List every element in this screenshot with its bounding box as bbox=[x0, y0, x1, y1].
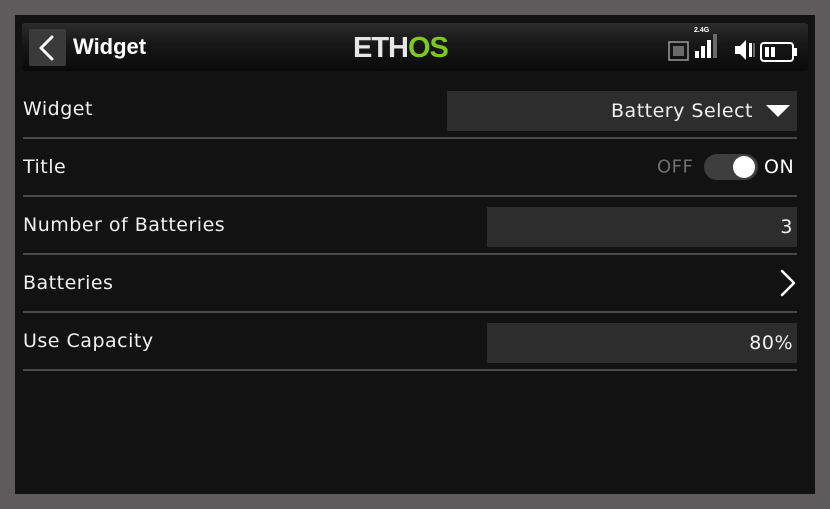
row-use-capacity: Use Capacity 80% bbox=[23, 313, 797, 371]
title-toggle[interactable] bbox=[704, 154, 758, 180]
toggle-knob bbox=[733, 156, 755, 178]
triangle-down-icon bbox=[766, 105, 790, 117]
logo-eth: ETH bbox=[353, 32, 409, 64]
row-batteries[interactable]: Batteries bbox=[23, 255, 797, 313]
number-of-batteries-value: 3 bbox=[780, 216, 793, 238]
chevron-right-icon[interactable] bbox=[779, 269, 797, 297]
battery-icon bbox=[760, 42, 797, 62]
use-capacity-value: 80% bbox=[749, 332, 793, 354]
toggle-on-label: ON bbox=[764, 156, 795, 178]
row-title: Title OFF ON bbox=[23, 139, 797, 197]
back-button[interactable] bbox=[29, 29, 66, 66]
batteries-label: Batteries bbox=[23, 272, 114, 294]
signal-bars-icon bbox=[695, 34, 717, 58]
record-icon bbox=[668, 41, 689, 61]
title-label: Title bbox=[23, 156, 67, 178]
chevron-left-icon bbox=[39, 35, 54, 61]
logo-os: OS bbox=[408, 32, 449, 64]
header-bar: Widget ETHOS 2.4G bbox=[22, 23, 808, 71]
screen: Widget ETHOS 2.4G Widget Battery Select … bbox=[15, 15, 815, 494]
toggle-off-label: OFF bbox=[657, 156, 694, 178]
widget-dropdown[interactable]: Battery Select bbox=[447, 91, 797, 131]
number-of-batteries-input[interactable]: 3 bbox=[487, 207, 797, 247]
use-capacity-input[interactable]: 80% bbox=[487, 323, 797, 363]
page-title: Widget bbox=[73, 34, 147, 59]
speaker-icon bbox=[735, 40, 755, 60]
widget-dropdown-value: Battery Select bbox=[611, 100, 753, 122]
number-of-batteries-label: Number of Batteries bbox=[23, 214, 226, 236]
widget-label: Widget bbox=[23, 98, 93, 120]
use-capacity-label: Use Capacity bbox=[23, 330, 154, 352]
ethos-logo: ETHOS bbox=[353, 31, 449, 65]
row-number-of-batteries: Number of Batteries 3 bbox=[23, 197, 797, 255]
row-widget: Widget Battery Select bbox=[23, 81, 797, 139]
